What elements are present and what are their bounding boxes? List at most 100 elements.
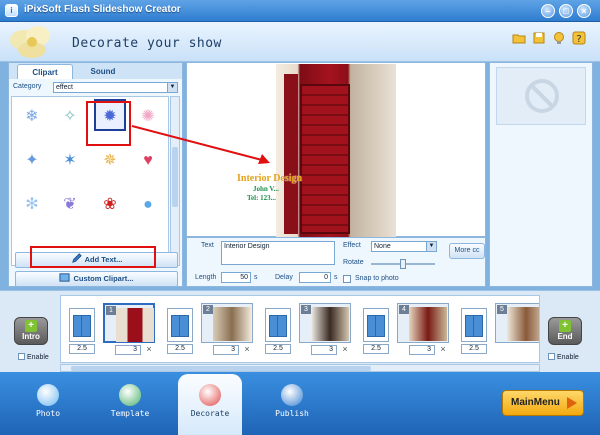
delete-slide-icon[interactable]: × [144, 344, 154, 354]
delay-input[interactable]: 0 [299, 272, 331, 283]
tab-sound[interactable]: Sound [75, 64, 131, 79]
rotate-slider[interactable] [371, 259, 435, 269]
delay-unit: s [334, 274, 338, 281]
transition-item[interactable]: 2.5 [265, 308, 291, 358]
chevron-down-icon: ▼ [167, 83, 177, 92]
nav-decorate[interactable]: Decorate [178, 374, 242, 435]
transition-duration[interactable]: 2.5 [69, 344, 95, 354]
clipart-twinkle-icon[interactable]: ✦ [16, 145, 48, 177]
length-input[interactable]: 50 [221, 272, 251, 283]
slide-timeline: + Intro Enable 2.5 1 3 × 2.5 2 3 × 2.5 3 … [0, 290, 600, 372]
transition-item[interactable]: 2.5 [461, 308, 487, 358]
main-menu-label: MainMenu [511, 397, 560, 408]
highlight-clipart-box [86, 101, 131, 146]
slide-duration[interactable]: 3 [311, 345, 337, 355]
overlay-text-title[interactable]: Interior Design [237, 173, 302, 184]
text-input[interactable]: Interior Design [221, 241, 335, 265]
transition-duration[interactable]: 2.5 [167, 344, 193, 354]
nav-publish[interactable]: Publish [262, 376, 322, 428]
custom-clipart-label: Custom Clipart... [73, 274, 134, 283]
end-enable[interactable]: Enable [548, 353, 579, 361]
transition-icon [461, 308, 487, 342]
highlight-add-text-box [30, 246, 156, 268]
maximize-button[interactable]: □ [559, 4, 573, 18]
nav-template[interactable]: Template [100, 376, 160, 428]
slide-item[interactable]: 5 [495, 303, 539, 359]
chevron-down-icon: ▼ [426, 242, 436, 251]
category-value: effect [56, 84, 73, 91]
page-header: Decorate your show ? [0, 22, 600, 62]
delete-slide-icon[interactable]: × [438, 344, 448, 354]
preview-photo [276, 64, 396, 237]
transition-item[interactable]: 2.5 [363, 308, 389, 358]
clipart-gold-sparkle-icon[interactable]: ✵ [94, 145, 126, 177]
more-button[interactable]: More cc [449, 243, 485, 259]
slide-item[interactable]: 4 3 × [397, 303, 449, 359]
no-image-icon [525, 79, 559, 113]
clipart-frost-icon[interactable]: ✻ [16, 189, 48, 221]
length-unit: s [254, 274, 258, 281]
slide-item[interactable]: 1 3 × [103, 303, 155, 359]
rotate-label: Rotate [343, 259, 364, 266]
custom-clipart-button[interactable]: Custom Clipart... [15, 271, 178, 287]
nav-photo[interactable]: Photo [18, 376, 78, 428]
length-label: Length [195, 274, 217, 281]
intro-button[interactable]: + Intro [14, 317, 48, 345]
scrollbar-thumb[interactable] [71, 366, 371, 371]
slide-item[interactable]: 2 3 × [201, 303, 253, 359]
slide-duration[interactable]: 3 [213, 345, 239, 355]
snap-checkbox[interactable] [343, 275, 351, 283]
flower-logo-icon [10, 26, 50, 58]
transition-duration[interactable]: 2.5 [461, 344, 487, 354]
transition-duration[interactable]: 2.5 [265, 344, 291, 354]
clipart-sparkle-icon[interactable]: ✧ [54, 101, 86, 133]
minimize-button[interactable]: – [541, 4, 555, 18]
snap-label: Snap to photo [355, 275, 399, 282]
bulb-icon[interactable] [552, 31, 566, 45]
tab-clipart[interactable]: Clipart [17, 64, 73, 79]
close-button[interactable]: × [577, 4, 591, 18]
transition-icon [265, 308, 291, 342]
effect-select[interactable]: None ▼ [371, 241, 437, 252]
clipart-snowflake-icon[interactable]: ❄ [16, 101, 48, 133]
intro-enable-checkbox[interactable] [18, 353, 25, 360]
slide-duration[interactable]: 3 [409, 345, 435, 355]
delete-slide-icon[interactable]: × [242, 344, 252, 354]
nav-photo-label: Photo [35, 409, 61, 418]
text-label: Text [201, 242, 214, 249]
slide-duration[interactable]: 3 [115, 345, 141, 355]
slider-knob[interactable] [400, 259, 406, 269]
clipart-stars-icon[interactable]: ✶ [54, 145, 86, 177]
transition-item[interactable]: 2.5 [69, 308, 95, 358]
nav-template-label: Template [110, 409, 150, 418]
timeline-scrollbar[interactable] [60, 364, 540, 372]
slide-frame: 1 [103, 303, 155, 343]
delete-slide-icon[interactable]: × [340, 344, 350, 354]
page-title: Decorate your show [72, 36, 222, 51]
transition-duration[interactable]: 2.5 [363, 344, 389, 354]
clipart-cherry-icon[interactable]: ❀ [94, 189, 126, 221]
intro-enable[interactable]: Enable [18, 353, 49, 361]
main-menu-button[interactable]: MainMenu [502, 390, 584, 416]
slide-track: 2.5 1 3 × 2.5 2 3 × 2.5 3 3 × 2.5 4 3 × … [60, 295, 540, 363]
help-icon[interactable]: ? [572, 31, 586, 45]
save-icon[interactable] [532, 31, 546, 45]
end-button[interactable]: + End [548, 317, 582, 345]
delay-label: Delay [275, 274, 293, 281]
transition-item[interactable]: 2.5 [167, 308, 193, 358]
category-row: Category effect ▼ [9, 80, 182, 94]
folder-icon[interactable] [512, 31, 526, 45]
clipart-butterfly-icon[interactable]: ❦ [54, 189, 86, 221]
intro-label: Intro [22, 332, 40, 341]
clipart-bubbles-icon[interactable]: ● [132, 189, 164, 221]
end-enable-checkbox[interactable] [548, 353, 555, 360]
category-select[interactable]: effect ▼ [53, 82, 178, 93]
end-enable-label: Enable [557, 354, 579, 361]
slide-item[interactable]: 3 3 × [299, 303, 351, 359]
svg-text:?: ? [576, 34, 581, 45]
globe-icon [281, 384, 303, 406]
window-title: iPixSoft Flash Slideshow Creator [24, 4, 181, 15]
slide-frame: 3 [299, 303, 351, 343]
slide-number: 1 [106, 306, 116, 315]
overlay-text-tel: Tel: 123... [247, 194, 276, 202]
